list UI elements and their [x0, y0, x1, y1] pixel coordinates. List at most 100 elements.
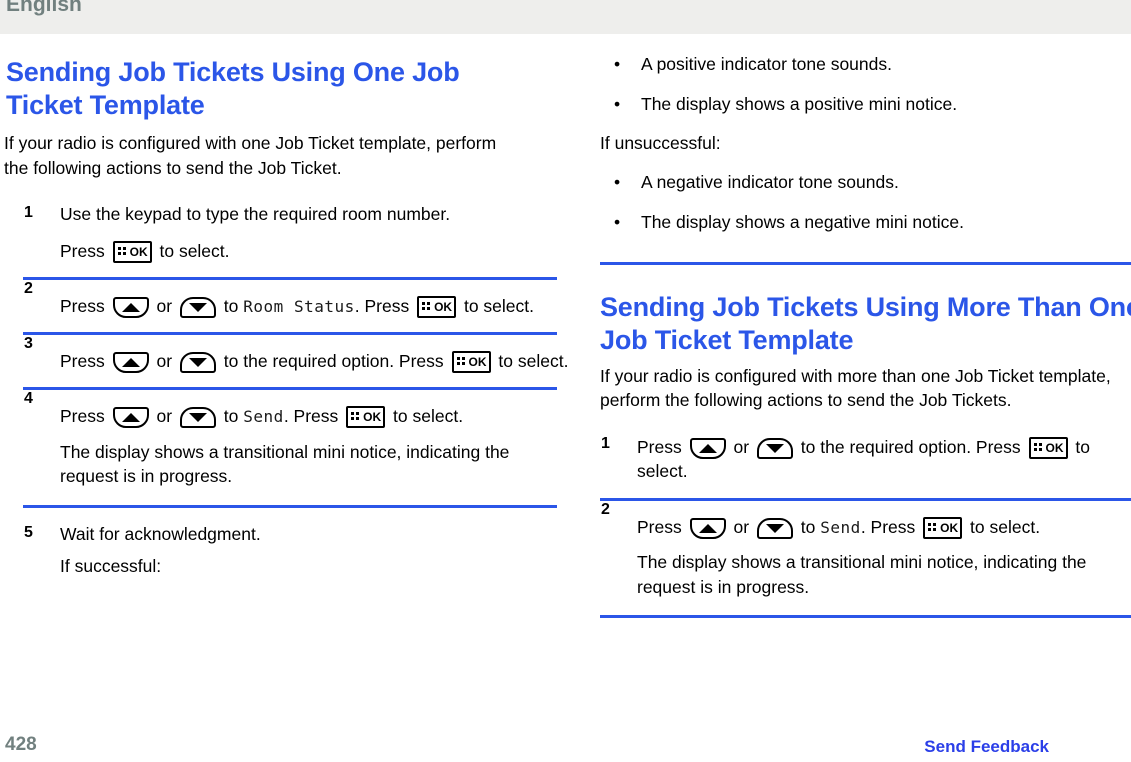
menu-ok-key-icon[interactable]: OK	[1028, 436, 1068, 459]
list-item: • A positive indicator tone sounds.	[608, 52, 1131, 76]
ok-key-label: OK	[129, 244, 148, 259]
step-text: Press OK to select.	[60, 239, 570, 264]
navigate-up-key-icon[interactable]	[112, 407, 149, 428]
menu-grid-glyph	[1033, 442, 1043, 452]
page-content: Sending Job Tickets Using One Job Ticket…	[0, 34, 1131, 728]
list-item-label: A positive indicator tone sounds.	[641, 54, 892, 74]
to-label: to the required option. Press	[223, 350, 444, 371]
step-number: 2	[24, 280, 33, 297]
menu-ok-key-icon[interactable]: OK	[112, 240, 152, 263]
press-label: Press	[637, 436, 682, 457]
step-text: If successful:	[60, 556, 162, 576]
select-label: to select.	[393, 406, 464, 426]
unsuccessful-label: If unsuccessful:	[600, 133, 721, 153]
navigate-up-key-icon[interactable]	[112, 297, 149, 318]
ok-key-label: OK	[468, 354, 487, 369]
ok-key-label: OK	[434, 300, 453, 314]
menu-ok-key-icon[interactable]: OK	[923, 516, 963, 539]
bullet-icon: •	[614, 54, 621, 74]
page-number: 428	[5, 734, 37, 755]
navigate-up-key-icon[interactable]	[689, 437, 726, 459]
step-text: Use the keypad to type the required room…	[60, 204, 451, 224]
select-label: to select.	[970, 516, 1041, 537]
to-label: to the required option. Press	[800, 436, 1021, 457]
or-label: or	[156, 406, 173, 426]
language-label: English	[6, 0, 82, 16]
step-divider	[600, 615, 1131, 618]
press-label: Press	[637, 516, 682, 537]
select-label: to select.	[159, 240, 230, 261]
ok-key-label: OK	[1045, 440, 1064, 455]
step-number: 1	[24, 204, 33, 221]
navigate-down-key-icon[interactable]	[179, 297, 216, 318]
press-again-label: . Press	[283, 406, 339, 426]
step-text: Wait for acknowledgment.	[60, 523, 261, 544]
or-label: or	[733, 436, 750, 457]
step-note: The display shows a transitional mini no…	[637, 552, 1087, 597]
send-feedback-link[interactable]: Send Feedback	[924, 737, 1049, 757]
press-label: Press	[60, 296, 105, 316]
or-label: or	[733, 516, 750, 537]
ok-key-label: OK	[363, 410, 382, 424]
page-footer: 428 Send Feedback	[0, 728, 1131, 762]
step-item: 3 Press or to the required option. Press…	[24, 335, 570, 374]
step-item: 1 Use the keypad to type the required ro…	[24, 202, 570, 263]
to-label: to	[800, 516, 816, 537]
ok-key-label: OK	[940, 520, 959, 535]
navigate-down-key-icon[interactable]	[179, 351, 216, 373]
or-label: or	[156, 296, 173, 316]
list-item: • A negative indicator tone sounds.	[608, 170, 1131, 194]
step-item: 5 Wait for acknowledgment. If successful…	[24, 508, 570, 579]
to-label: to	[223, 406, 239, 426]
left-step-list: 1 Use the keypad to type the required ro…	[0, 202, 568, 579]
to-label: to	[223, 296, 239, 316]
right-intro-paragraph: If your radio is configured with more th…	[600, 365, 1111, 411]
right-step-list: 1 Press or to the required option. Press…	[574, 435, 1131, 618]
left-intro-paragraph: If your radio is configured with one Job…	[4, 133, 497, 178]
menu-ok-key-icon[interactable]: OK	[346, 406, 386, 428]
select-label: to select.	[498, 350, 569, 371]
step-number: 2	[601, 500, 610, 518]
section-title: Sending Job Tickets Using More Than One …	[600, 291, 1131, 355]
menu-grid-glyph	[351, 412, 360, 421]
navigate-down-key-icon[interactable]	[756, 517, 793, 539]
menu-target-text: Room Status	[243, 297, 355, 316]
menu-target-text: Send	[243, 407, 284, 426]
list-item-label: The display shows a positive mini notice…	[641, 94, 958, 114]
navigate-down-key-icon[interactable]	[179, 407, 216, 428]
navigate-up-key-icon[interactable]	[689, 517, 726, 539]
step-note: The display shows a transitional mini no…	[60, 441, 510, 487]
step-number: 3	[24, 334, 33, 352]
list-item-label: The display shows a negative mini notice…	[641, 211, 964, 232]
page-header-bar: English	[0, 0, 1131, 34]
failure-bullet-list: • A negative indicator tone sounds. • Th…	[574, 170, 1131, 234]
list-item-label: A negative indicator tone sounds.	[641, 171, 899, 192]
navigate-down-key-icon[interactable]	[756, 437, 793, 459]
select-label: to select.	[463, 296, 535, 316]
menu-grid-glyph	[456, 356, 466, 366]
press-again-label: . Press	[354, 296, 410, 316]
bullet-icon: •	[614, 171, 621, 192]
step-item: 1 Press or to the required option. Press…	[601, 435, 1131, 484]
right-column: • A positive indicator tone sounds. • Th…	[574, 34, 1131, 618]
or-label: or	[156, 350, 173, 371]
navigate-up-key-icon[interactable]	[112, 351, 149, 373]
bullet-icon: •	[614, 211, 621, 232]
menu-grid-glyph	[928, 522, 937, 532]
menu-ok-key-icon[interactable]: OK	[417, 296, 457, 318]
bullet-icon: •	[614, 94, 621, 114]
step-number: 4	[24, 390, 33, 407]
step-number: 5	[24, 523, 33, 541]
step-text: Press or to Send. Press OK to select.	[60, 404, 570, 430]
step-text: Press or to the required option. Press O…	[637, 435, 1131, 484]
menu-ok-key-icon[interactable]: OK	[451, 350, 491, 373]
list-item: • The display shows a positive mini noti…	[608, 92, 1131, 116]
step-text: Press or to Send. Press OK to select.	[637, 515, 1131, 541]
press-label: Press	[60, 406, 105, 426]
section-divider	[600, 261, 1131, 265]
step-item: 2 Press or to Room Status. Press OK to s…	[24, 280, 570, 320]
step-item: 2 Press or to Send. Press OK to select. …	[601, 501, 1131, 600]
step-text: Press or to the required option. Press O…	[60, 349, 570, 374]
step-number: 1	[601, 434, 610, 452]
left-column: Sending Job Tickets Using One Job Ticket…	[0, 34, 568, 579]
